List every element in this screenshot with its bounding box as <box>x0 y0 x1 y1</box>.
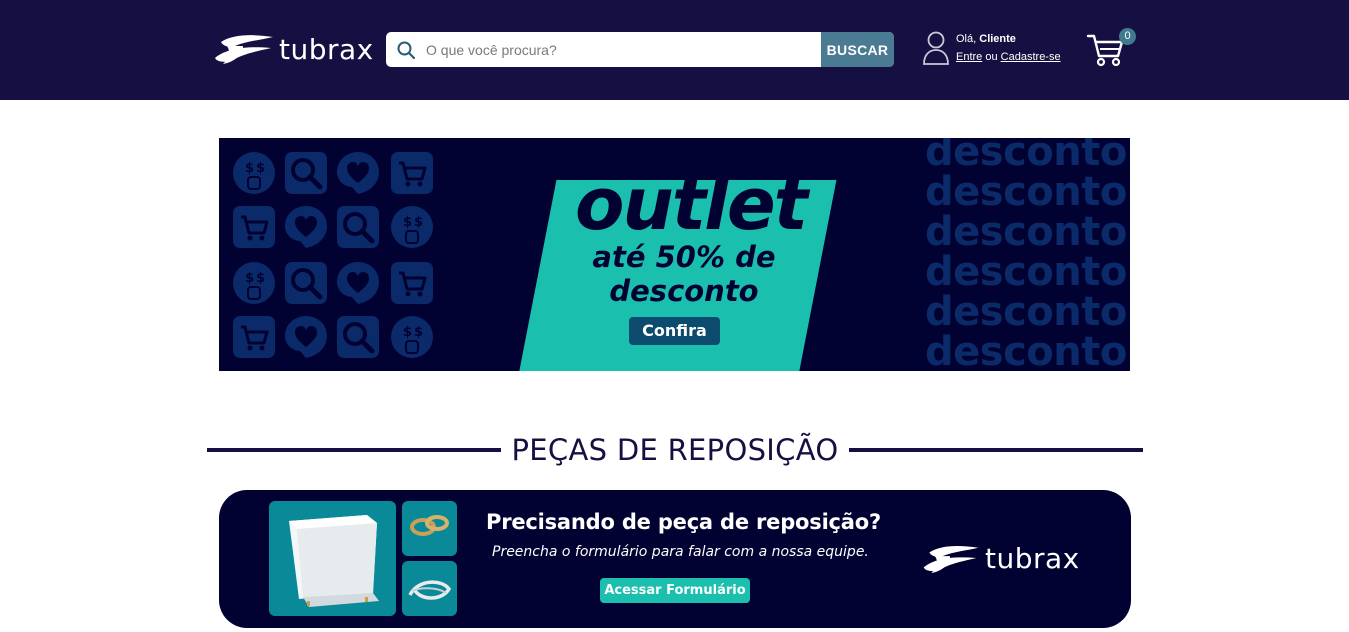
svg-text:$: $ <box>256 271 265 286</box>
money-face-icon: $ $ <box>231 260 277 306</box>
money-face-icon: $ $ <box>389 204 435 250</box>
access-form-button[interactable]: Acessar Formulário <box>600 578 750 603</box>
heading-divider-right <box>849 448 1143 452</box>
outlet-subtitle-line1: até 50% de <box>592 240 776 274</box>
heading-divider-left <box>207 448 501 452</box>
svg-text:$: $ <box>256 161 265 176</box>
section-title: PEÇAS DE REPOSIÇÃO <box>511 433 839 467</box>
brass-rings-image <box>402 501 457 556</box>
greeting-label: Olá, <box>956 33 977 45</box>
tubrax-wave-logo-icon <box>923 545 979 573</box>
heart-icon <box>335 260 381 306</box>
svg-text:$: $ <box>245 271 254 286</box>
auth-links: Entre ou Cadastre-se <box>956 48 1061 66</box>
parts-title: Precisando de peça de reposição? <box>486 510 881 534</box>
account-menu: Olá, Cliente Entre ou Cadastre-se <box>922 30 1061 66</box>
cart-icon <box>389 150 435 196</box>
search-input[interactable] <box>426 32 821 67</box>
cart-count-badge: 0 <box>1119 28 1136 45</box>
heart-icon <box>283 204 329 250</box>
section-heading: PEÇAS DE REPOSIÇÃO <box>207 430 1143 470</box>
parts-brand-name: tubrax <box>985 542 1080 575</box>
auth-separator: ou <box>985 51 998 63</box>
heart-icon <box>335 150 381 196</box>
desconto-background-text: desconto desconto desconto desconto desc… <box>925 138 1130 371</box>
heart-icon <box>283 314 329 360</box>
svg-text:$: $ <box>403 325 412 340</box>
search-icon <box>386 32 426 67</box>
svg-text:$: $ <box>403 215 412 230</box>
svg-text:$: $ <box>414 215 423 230</box>
tubrax-wave-logo-icon <box>215 35 273 64</box>
magnifier-icon <box>335 204 381 250</box>
search-bar: BUSCAR <box>386 32 894 67</box>
desconto-word: desconto <box>925 169 1127 215</box>
flex-hose-image <box>402 561 457 616</box>
greeting-line: Olá, Cliente <box>956 30 1061 48</box>
outlet-title: outlet <box>575 162 808 246</box>
cart-button[interactable]: 0 <box>1086 28 1138 70</box>
parts-brand-logo: tubrax <box>920 542 1080 575</box>
svg-text:$: $ <box>414 325 423 340</box>
desconto-word: desconto <box>925 329 1127 371</box>
money-face-icon: $ $ <box>231 150 277 196</box>
brand-logo[interactable]: tubrax <box>213 32 374 66</box>
magnifier-icon <box>283 150 329 196</box>
login-link[interactable]: Entre <box>956 51 982 63</box>
outlet-promo-banner[interactable]: $ $ $ $ $ $ $ $ desconto desconto descon… <box>219 138 1130 371</box>
magnifier-icon <box>283 260 329 306</box>
confira-button[interactable]: Confira <box>629 317 720 345</box>
outlet-subtitle-line2: desconto <box>609 274 759 308</box>
outlet-subtitle: até 50% de desconto <box>584 240 784 308</box>
desconto-word: desconto <box>925 138 1127 175</box>
magnifier-icon <box>335 314 381 360</box>
cart-icon <box>389 260 435 306</box>
user-icon[interactable] <box>922 30 950 66</box>
cart-icon <box>231 204 277 250</box>
search-button[interactable]: BUSCAR <box>821 32 894 67</box>
money-face-icon: $ $ <box>389 314 435 360</box>
parts-subtitle: Preencha o formulário para falar com a n… <box>492 544 869 560</box>
brand-name: tubrax <box>279 32 374 66</box>
cart-icon <box>231 314 277 360</box>
replacement-parts-banner[interactable]: Precisando de peça de reposição? Preench… <box>219 490 1131 628</box>
user-name: Cliente <box>979 33 1016 45</box>
desconto-word: desconto <box>925 289 1127 335</box>
register-link[interactable]: Cadastre-se <box>1001 51 1061 63</box>
svg-text:$: $ <box>245 161 254 176</box>
desconto-word: desconto <box>925 209 1127 255</box>
desconto-word: desconto <box>925 249 1127 295</box>
toilet-seat-image <box>269 501 396 616</box>
account-text: Olá, Cliente Entre ou Cadastre-se <box>956 30 1061 66</box>
site-header: tubrax BUSCAR Olá, Cliente Entre ou Cada… <box>0 0 1349 100</box>
